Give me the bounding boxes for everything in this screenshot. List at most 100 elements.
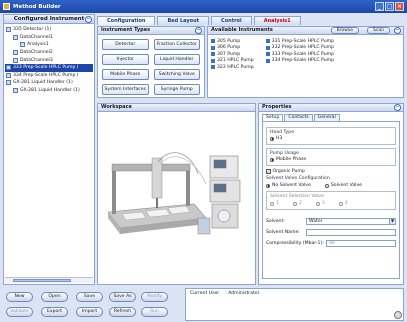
save-as-button[interactable]: Save As (109, 292, 136, 302)
list-item[interactable]: 321 HPLC Pump (211, 58, 254, 64)
tab-contacts[interactable]: Contacts (284, 114, 313, 121)
solvent-name-row: Solvent Name: (266, 229, 396, 236)
tree-item-datachannel3[interactable]: DataChannel3 (5, 56, 93, 64)
list-item[interactable]: 332 Prep-Scale HPLC Pump (265, 45, 334, 51)
tree-item-333-pump[interactable]: 333 Prep-Scale HPLC Pump ( (5, 63, 93, 72)
tree-item-datachannel2[interactable]: DataChannel2 (5, 49, 93, 57)
workspace-header: Workspace (98, 104, 255, 112)
radio-selected-icon (270, 157, 274, 162)
no-solvent-valve-radio[interactable]: No Solvent Valve (266, 183, 311, 188)
tab-general[interactable]: General (313, 114, 340, 121)
maximize-icon[interactable]: □ (385, 2, 394, 11)
detector-button[interactable]: Detector (102, 39, 149, 50)
instrument-type-buttons: Detector Fraction Collector Injector Liq… (98, 35, 204, 99)
detector-icon (6, 27, 11, 33)
ssv-radio-2[interactable]: 2 (292, 201, 302, 206)
tab-control[interactable]: Control (211, 16, 252, 25)
window-title: Method Builder (13, 3, 61, 10)
browse-button[interactable]: Browse (330, 27, 359, 34)
collapse-icon[interactable]: − (394, 104, 401, 111)
refresh-button[interactable]: Refresh (109, 307, 136, 317)
syringe-pump-button[interactable]: Syringe Pump (153, 84, 200, 95)
pump-icon (211, 65, 215, 70)
compressibility-input[interactable]: 46 (326, 240, 396, 247)
main-tabs: Configuration Bed Layout Control Analysi… (97, 16, 301, 25)
tab-configuration[interactable]: Configuration (97, 16, 156, 25)
instrument-illustration[interactable] (102, 134, 254, 254)
open-button[interactable]: Open (41, 292, 68, 302)
radio-icon (292, 201, 297, 206)
tab-analysis1[interactable]: Analysis1 (253, 16, 301, 25)
app-icon (3, 3, 10, 10)
tree-item-datachannel1[interactable]: DataChannel1 (5, 34, 93, 42)
checkbox-checked-icon: ✓ (266, 169, 271, 175)
radio-icon (315, 201, 320, 206)
pump-icon (265, 45, 270, 50)
properties-panel: Properties − Setup Contacts General Head… (258, 103, 404, 285)
solvent-valve-config-label: Solvent Valve Configuration (266, 176, 330, 181)
radio-selected-icon (270, 136, 274, 141)
switching-valve-button[interactable]: Switching Valve (153, 69, 200, 80)
solvent-selection-valve-group: Solvent Selection Valve 1 2 3 4 (266, 191, 396, 210)
window-controls: _ □ × (375, 2, 404, 11)
ssv-radio-1[interactable]: 1 (270, 201, 279, 206)
head-type-label: Head Type (270, 130, 295, 135)
tab-bed-layout[interactable]: Bed Layout (157, 16, 210, 25)
scan-button[interactable]: Scan (367, 27, 390, 34)
list-item[interactable]: 334 Prep-Scale HPLC Pump (265, 58, 334, 64)
collapse-icon[interactable]: − (394, 27, 401, 34)
list-item[interactable]: 305 Pump (211, 38, 254, 44)
settings-icon[interactable] (394, 311, 402, 319)
scrollbar-thumb[interactable] (13, 279, 71, 282)
collapse-icon[interactable]: − (85, 16, 92, 23)
solvent-name-label: Solvent Name: (266, 230, 300, 235)
chevron-down-icon[interactable]: ▼ (389, 219, 395, 224)
new-button[interactable]: New (6, 292, 33, 302)
configured-instrument-panel: Configured Instrument − 335 Detector (1)… (3, 14, 95, 285)
pump-icon (6, 65, 11, 71)
fraction-collector-button[interactable]: Fraction Collector (153, 39, 200, 50)
tree-item-gx281-child[interactable]: GX-281 Liquid Handler (1) (5, 87, 93, 95)
instrument-types-header: Instrument Types − (98, 27, 204, 35)
modify-button[interactable]: Modify (141, 292, 168, 302)
pump-icon (211, 45, 215, 50)
list-item[interactable]: 307 Pump (211, 51, 254, 57)
system-interfaces-button[interactable]: System Interfaces (102, 84, 149, 95)
list-item[interactable]: 331 Prep-Scale HPLC Pump (265, 38, 334, 44)
tree-item-gx281[interactable]: GX-281 Liquid Handler (1) (5, 79, 93, 87)
solvent-name-input[interactable] (306, 229, 396, 236)
collapse-icon[interactable]: − (195, 27, 202, 34)
pump-icon (6, 72, 11, 78)
solvent-select[interactable]: Water ▼ (306, 218, 396, 225)
channel-icon (13, 50, 18, 56)
head-type-radio[interactable]: H3 (270, 136, 392, 141)
export-button[interactable]: Export (41, 307, 68, 317)
solvent-valve-radio[interactable]: Solvent Valve (324, 183, 362, 188)
ssv-radio-4[interactable]: 4 (338, 201, 348, 206)
tree-horizontal-scrollbar[interactable] (5, 277, 93, 283)
tree-item-335-detector[interactable]: 335 Detector (1) (5, 26, 93, 34)
ssv-radio-3[interactable]: 3 (315, 201, 325, 206)
minimize-icon[interactable]: _ (375, 2, 384, 11)
tab-setup[interactable]: Setup (262, 114, 284, 121)
mobile-phase-radio[interactable]: Mobile Phase (270, 157, 392, 162)
tree-item-analysis1[interactable]: Analysis1 (5, 41, 93, 49)
run-button[interactable]: Run (141, 307, 168, 317)
tree-item-334-pump[interactable]: 334 Prep-Scale HPLC Pump ( (5, 72, 93, 80)
liquid-handler-button[interactable]: Liquid Handler (153, 54, 200, 65)
setup-tab-body: Head Type H3 Pump Usage Mobile Phase ✓ Or… (262, 121, 400, 279)
import-button[interactable]: Import (76, 307, 103, 317)
validate-button[interactable]: Validate (6, 307, 33, 317)
close-icon[interactable]: × (395, 2, 404, 11)
save-button[interactable]: Save (76, 292, 103, 302)
radio-icon (270, 201, 274, 206)
mobile-phase-button[interactable]: Mobile Phase (102, 69, 149, 80)
organic-pump-checkbox[interactable]: ✓ Organic Pump (266, 169, 396, 174)
list-item[interactable]: 322 HPLC Pump (211, 64, 254, 70)
pump-icon (265, 52, 270, 57)
pump-usage-group: Pump Usage Mobile Phase (266, 148, 396, 166)
window-titlebar: Method Builder _ □ × (0, 0, 407, 13)
injector-button[interactable]: Injector (102, 54, 149, 65)
list-item[interactable]: 306 Pump (211, 45, 254, 51)
list-item[interactable]: 333 Prep-Scale HPLC Pump (265, 51, 334, 57)
